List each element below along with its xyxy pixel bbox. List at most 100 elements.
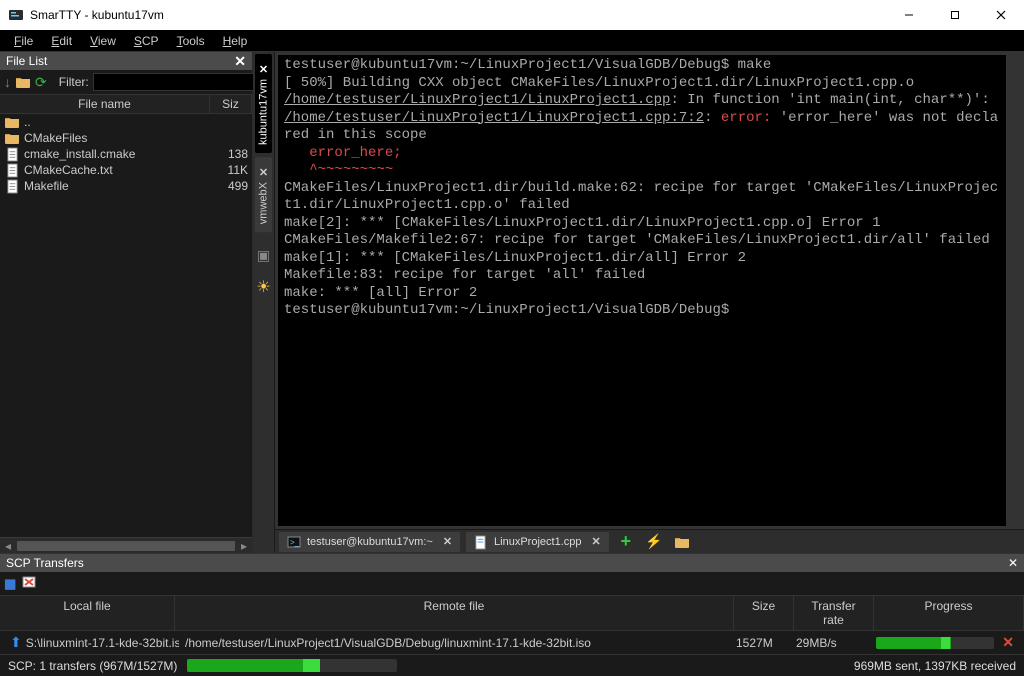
file-list-panel: File List ✕ ↓ ⟳ Filter: File name Siz ..… <box>0 52 253 553</box>
titlebar: SmarTTY - kubuntu17vm <box>0 0 1024 30</box>
pause-all-icon[interactable]: ▮▮ <box>4 576 14 592</box>
menubar: File Edit View SCP Tools Help <box>0 30 1024 51</box>
folder-icon <box>4 115 20 129</box>
close-button[interactable] <box>978 0 1024 30</box>
menu-view[interactable]: View <box>82 32 124 50</box>
file-row[interactable]: CMakeFiles <box>0 130 252 146</box>
scroll-left-icon[interactable]: ◂ <box>0 538 16 554</box>
refresh-icon[interactable]: ⟳ <box>35 73 47 91</box>
scp-col-size[interactable]: Size <box>734 596 794 630</box>
file-list-body: ..CMakeFilescmake_install.cmake138CMakeC… <box>0 114 252 537</box>
open-folder-icon[interactable] <box>15 73 31 91</box>
session-tab-label: vmwebX <box>258 182 270 224</box>
minimize-button[interactable] <box>886 0 932 30</box>
terminal-tab-label: testuser@kubuntu17vm:~ <box>307 536 433 548</box>
scp-title: SCP Transfers <box>6 556 84 570</box>
status-left-text: SCP: 1 transfers (967M/1527M) <box>8 659 177 673</box>
scp-col-rate[interactable]: Transfer rate <box>794 596 874 630</box>
scp-panel: SCP Transfers ✕ ▮▮ Local file Remote fil… <box>0 553 1024 654</box>
scp-row[interactable]: ⬆ S:\linuxmint-17.1-kde-32bit.iso/home/te… <box>0 631 1024 654</box>
transfer-rate: 29MB/s <box>790 636 870 650</box>
file-icon <box>4 163 20 177</box>
close-icon[interactable]: ✕ <box>257 62 270 75</box>
terminal-area: testuser@kubuntu17vm:~/LinuxProject1/Vis… <box>275 52 1024 553</box>
close-icon[interactable]: ✕ <box>257 165 270 178</box>
file-icon <box>474 535 488 549</box>
menu-scp[interactable]: SCP <box>126 32 167 50</box>
menu-tools[interactable]: Tools <box>169 32 213 50</box>
scroll-thumb[interactable] <box>17 541 235 551</box>
scp-close-icon[interactable]: ✕ <box>1008 556 1018 570</box>
close-icon[interactable]: ✕ <box>439 535 452 548</box>
file-row[interactable]: Makefile 499 <box>0 178 252 194</box>
column-size[interactable]: Siz <box>210 95 252 113</box>
scp-toolbar: ▮▮ <box>0 572 1024 596</box>
screen-icon[interactable]: ▣ <box>255 246 273 264</box>
new-tab-icon[interactable]: + <box>615 532 637 552</box>
terminal-icon: >_ <box>287 535 301 549</box>
cancel-transfer-icon[interactable]: ✕ <box>1002 634 1014 651</box>
menu-file[interactable]: File <box>6 32 41 50</box>
scroll-right-icon[interactable]: ▸ <box>236 538 252 554</box>
transfer-progress <box>876 637 994 649</box>
scp-col-local[interactable]: Local file <box>0 596 175 630</box>
terminal-tabs: >_testuser@kubuntu17vm:~✕LinuxProject1.c… <box>275 529 1024 553</box>
file-list-close-icon[interactable]: ✕ <box>234 53 246 70</box>
file-name: CMakeCache.txt <box>24 163 202 177</box>
quick-action-icon[interactable]: ⚡ <box>643 532 665 552</box>
terminal-output[interactable]: testuser@kubuntu17vm:~/LinuxProject1/Vis… <box>275 52 1024 529</box>
transfer-size: 1527M <box>730 636 790 650</box>
file-row[interactable]: .. <box>0 114 252 130</box>
scp-col-prog[interactable]: Progress <box>874 596 1024 630</box>
download-icon[interactable]: ↓ <box>4 73 11 91</box>
file-icon <box>4 179 20 193</box>
upload-icon: ⬆ <box>10 634 22 651</box>
terminal-tab[interactable]: LinuxProject1.cpp ✕ <box>466 532 609 552</box>
scp-col-remote[interactable]: Remote file <box>175 596 734 630</box>
status-progress <box>187 659 397 672</box>
file-size: 11K <box>206 163 248 177</box>
local-file: S:\linuxmint-17.1-kde-32bit.iso <box>26 636 179 650</box>
file-size: 499 <box>206 179 248 193</box>
remote-file: /home/testuser/LinuxProject1/VisualGDB/D… <box>179 636 730 650</box>
file-list-title: File List <box>6 54 47 68</box>
session-tab-label: kubuntu17vm <box>258 79 270 145</box>
session-tab[interactable]: vmwebX ✕ <box>255 157 272 232</box>
window-title: SmarTTY - kubuntu17vm <box>30 8 164 22</box>
svg-text:>_: >_ <box>290 538 300 547</box>
file-list-columns: File name Siz <box>0 95 252 114</box>
session-tab[interactable]: kubuntu17vm ✕ <box>255 54 272 153</box>
file-size: 138 <box>206 147 248 161</box>
open-folder-icon[interactable] <box>671 532 693 552</box>
terminal-tab-label: LinuxProject1.cpp <box>494 536 581 548</box>
statusbar: SCP: 1 transfers (967M/1527M) 969MB sent… <box>0 654 1024 676</box>
file-list-header: File List ✕ <box>0 52 252 70</box>
close-icon[interactable]: ✕ <box>588 535 601 548</box>
maximize-button[interactable] <box>932 0 978 30</box>
file-name: cmake_install.cmake <box>24 147 202 161</box>
file-name: Makefile <box>24 179 202 193</box>
scp-header: SCP Transfers ✕ <box>0 554 1024 572</box>
terminal-tab[interactable]: >_ testuser@kubuntu17vm:~ ✕ <box>279 532 460 552</box>
file-row[interactable]: CMakeCache.txt 11K <box>0 162 252 178</box>
filter-input[interactable] <box>93 73 278 91</box>
main-area: File List ✕ ↓ ⟳ Filter: File name Siz ..… <box>0 51 1024 553</box>
app-icon <box>8 7 24 23</box>
column-file-name[interactable]: File name <box>0 95 210 113</box>
file-name: .. <box>24 115 202 129</box>
scp-rows: ⬆ S:\linuxmint-17.1-kde-32bit.iso/home/te… <box>0 631 1024 654</box>
file-list-toolbar: ↓ ⟳ Filter: <box>0 70 252 95</box>
menu-edit[interactable]: Edit <box>43 32 80 50</box>
file-list-hscroll[interactable]: ◂ ▸ <box>0 537 252 553</box>
vertical-tabs: kubuntu17vm ✕ vmwebX ✕ ▣ ☀ <box>253 52 275 553</box>
file-icon <box>4 147 20 161</box>
folder-icon <box>4 131 20 145</box>
menu-help[interactable]: Help <box>215 32 256 50</box>
file-name: CMakeFiles <box>24 131 202 145</box>
file-row[interactable]: cmake_install.cmake 138 <box>0 146 252 162</box>
filter-label: Filter: <box>59 75 89 89</box>
scp-columns: Local file Remote file Size Transfer rat… <box>0 596 1024 631</box>
status-right-text: 969MB sent, 1397KB received <box>854 659 1016 673</box>
sun-icon[interactable]: ☀ <box>255 278 273 296</box>
clear-icon[interactable] <box>22 575 38 592</box>
